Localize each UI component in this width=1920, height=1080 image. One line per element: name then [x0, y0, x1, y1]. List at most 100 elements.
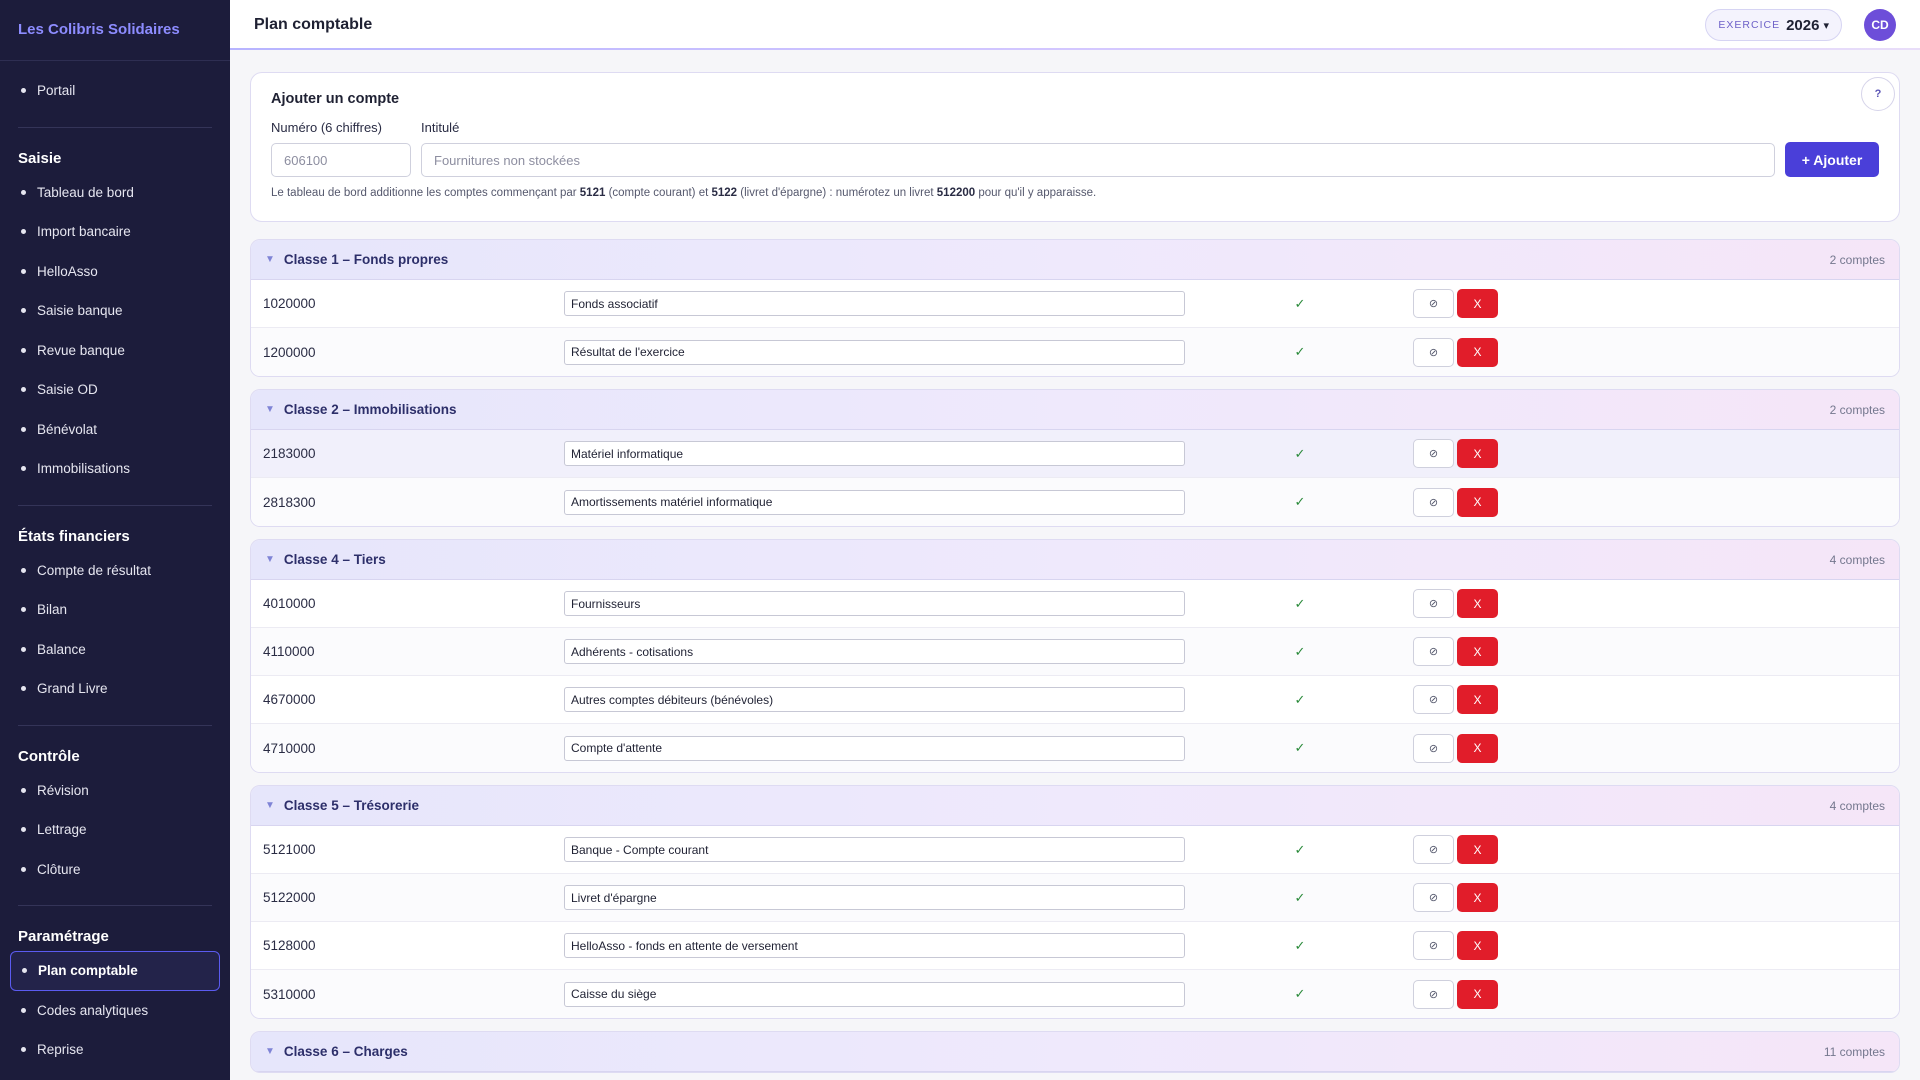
- collapse-triangle-icon: ▼: [265, 404, 275, 415]
- deactivate-button[interactable]: ⊘: [1413, 685, 1454, 714]
- sidebar-item-immobilisations[interactable]: Immobilisations: [18, 449, 212, 489]
- account-label-input[interactable]: Banque - Compte courant: [564, 837, 1185, 862]
- bullet-icon: [21, 466, 26, 472]
- account-label-input[interactable]: Livret d'épargne: [564, 885, 1185, 910]
- bullet-icon: [21, 308, 26, 314]
- account-label-input[interactable]: HelloAsso - fonds en attente de versemen…: [564, 933, 1185, 958]
- sidebar-item-lettrage[interactable]: Lettrage: [18, 810, 212, 850]
- sidebar-item-label: Clôture: [37, 861, 81, 877]
- delete-button[interactable]: X: [1457, 289, 1498, 318]
- delete-button[interactable]: X: [1457, 733, 1498, 763]
- delete-button[interactable]: X: [1457, 439, 1498, 468]
- account-row: 4670000 Autres comptes débiteurs (bénévol…: [251, 676, 1899, 724]
- active-check-icon: ✓: [1294, 986, 1306, 1001]
- account-row: 2818300 Amortissements matériel informati…: [251, 478, 1899, 526]
- delete-button[interactable]: X: [1457, 637, 1498, 666]
- delete-button[interactable]: X: [1457, 883, 1498, 912]
- sidebar-item-balance[interactable]: Balance: [18, 630, 212, 670]
- nav-section-heading: Paramétrage: [18, 928, 109, 945]
- sidebar-item-grand-livre[interactable]: Grand Livre: [18, 669, 212, 709]
- deactivate-button[interactable]: ⊘: [1413, 487, 1454, 517]
- bullet-icon: [21, 88, 26, 94]
- active-check-icon: ✓: [1294, 445, 1306, 461]
- add-account-button[interactable]: + Ajouter: [1785, 142, 1879, 177]
- class-header[interactable]: ▼ Classe 1 – Fonds propres 2 comptes: [251, 240, 1899, 280]
- hint-part: (compte courant) et: [605, 187, 712, 199]
- bullet-icon: [21, 607, 26, 613]
- avatar[interactable]: CD: [1864, 9, 1896, 41]
- page-title: Plan comptable: [254, 16, 373, 33]
- account-row: 5310000 Caisse du siège ✓ ⊘ X: [251, 970, 1899, 1018]
- account-row: 4710000 Compte d'attente ✓ ⊘ X: [251, 724, 1899, 772]
- sidebar-item-label: Saisie banque: [37, 303, 123, 319]
- bullet-icon: [21, 347, 26, 353]
- account-label-input[interactable]: Matériel informatique: [564, 441, 1185, 466]
- number-input[interactable]: 606100: [271, 143, 411, 177]
- org-name[interactable]: Les Colibris Solidaires: [0, 0, 230, 61]
- bullet-icon: [21, 1047, 26, 1053]
- sidebar-item-revue-banque[interactable]: Revue banque: [18, 331, 212, 371]
- sidebar-item-revision[interactable]: Révision: [18, 771, 212, 811]
- help-button[interactable]: ?: [1861, 77, 1895, 111]
- account-label-input[interactable]: Résultat de l'exercice: [564, 339, 1185, 365]
- delete-button[interactable]: X: [1457, 337, 1498, 367]
- delete-button[interactable]: X: [1457, 487, 1498, 517]
- deactivate-button[interactable]: ⊘: [1413, 439, 1454, 468]
- sidebar-item-saisie-od[interactable]: Saisie OD: [18, 370, 212, 410]
- delete-button[interactable]: X: [1457, 931, 1498, 960]
- collapse-triangle-icon: ▼: [265, 554, 275, 565]
- account-class-section: ▼ Classe 2 – Immobilisations 2 comptes 2183…: [250, 389, 1900, 527]
- sidebar-item-cloture[interactable]: Clôture: [18, 850, 212, 890]
- deactivate-button[interactable]: ⊘: [1413, 589, 1454, 618]
- class-header[interactable]: ▼ Classe 2 – Immobilisations 2 comptes: [251, 390, 1899, 430]
- delete-button[interactable]: X: [1457, 979, 1498, 1009]
- account-label-input[interactable]: Caisse du siège: [564, 981, 1185, 1007]
- sidebar-item-label: Lettrage: [37, 822, 87, 838]
- account-number: 5121000: [263, 842, 316, 857]
- account-label-input[interactable]: Compte d'attente: [564, 735, 1185, 761]
- sidebar-item-compte-de-resultat[interactable]: Compte de résultat: [18, 551, 212, 591]
- sidebar-item-helloasso[interactable]: HelloAsso: [18, 252, 212, 292]
- class-header[interactable]: ▼ Classe 6 – Charges 11 comptes: [251, 1032, 1899, 1072]
- row-actions: ⊘ X: [1413, 685, 1498, 714]
- account-label-input[interactable]: Amortissements matériel informatique: [564, 489, 1185, 515]
- sidebar-item-bilan[interactable]: Bilan: [18, 590, 212, 630]
- class-header[interactable]: ▼ Classe 4 – Tiers 4 comptes: [251, 540, 1899, 580]
- account-row: 5121000 Banque - Compte courant ✓ ⊘ X: [251, 826, 1899, 874]
- sidebar-item-label: Import bancaire: [37, 224, 131, 240]
- label-input[interactable]: Fournitures non stockées: [421, 143, 1775, 177]
- deactivate-button[interactable]: ⊘: [1413, 637, 1454, 666]
- deactivate-button[interactable]: ⊘: [1413, 835, 1454, 864]
- class-header[interactable]: ▼ Classe 5 – Trésorerie 4 comptes: [251, 786, 1899, 826]
- sidebar-item-label: Bénévolat: [37, 421, 98, 437]
- deactivate-button[interactable]: ⊘: [1413, 337, 1454, 367]
- deactivate-button[interactable]: ⊘: [1413, 289, 1454, 318]
- sidebar-item-tableau-de-bord[interactable]: Tableau de bord: [18, 173, 212, 213]
- delete-button[interactable]: X: [1457, 685, 1498, 714]
- account-label-input[interactable]: Adhérents - cotisations: [564, 639, 1185, 664]
- sidebar-item-plan-comptable[interactable]: Plan comptable: [10, 951, 220, 991]
- sidebar-item-saisie-banque[interactable]: Saisie banque: [18, 291, 212, 331]
- deactivate-button[interactable]: ⊘: [1413, 883, 1454, 912]
- delete-button[interactable]: X: [1457, 589, 1498, 618]
- exercise-selector[interactable]: EXERCICE 2026 ▾: [1705, 9, 1842, 41]
- delete-button[interactable]: X: [1457, 835, 1498, 864]
- account-label-input[interactable]: Fournisseurs: [564, 591, 1185, 616]
- class-title: Classe 1 – Fonds propres: [283, 252, 449, 267]
- deactivate-button[interactable]: ⊘: [1413, 733, 1454, 763]
- sidebar-item-import-bancaire[interactable]: Import bancaire: [18, 212, 212, 252]
- deactivate-button[interactable]: ⊘: [1413, 931, 1454, 960]
- account-classes: ▼ Classe 1 – Fonds propres 2 comptes 102000…: [250, 239, 1900, 1073]
- bullet-icon: [21, 646, 26, 652]
- bullet-icon: [21, 426, 26, 432]
- deactivate-button[interactable]: ⊘: [1413, 979, 1454, 1009]
- sidebar-item-label: Codes analytiques: [37, 1002, 149, 1018]
- sidebar-item-benevolat[interactable]: Bénévolat: [18, 410, 212, 450]
- sidebar-item-codes-analytiques[interactable]: Codes analytiques: [18, 991, 212, 1031]
- account-label-input[interactable]: Autres comptes débiteurs (bénévoles): [564, 687, 1185, 712]
- sidebar-item-portail[interactable]: Portail: [18, 71, 212, 111]
- active-check-icon: ✓: [1294, 740, 1306, 755]
- account-label-input[interactable]: Fonds associatif: [564, 291, 1185, 316]
- sidebar-item-reprise[interactable]: Reprise: [18, 1030, 212, 1070]
- account-row: 5128000 HelloAsso - fonds en attente de v…: [251, 922, 1899, 970]
